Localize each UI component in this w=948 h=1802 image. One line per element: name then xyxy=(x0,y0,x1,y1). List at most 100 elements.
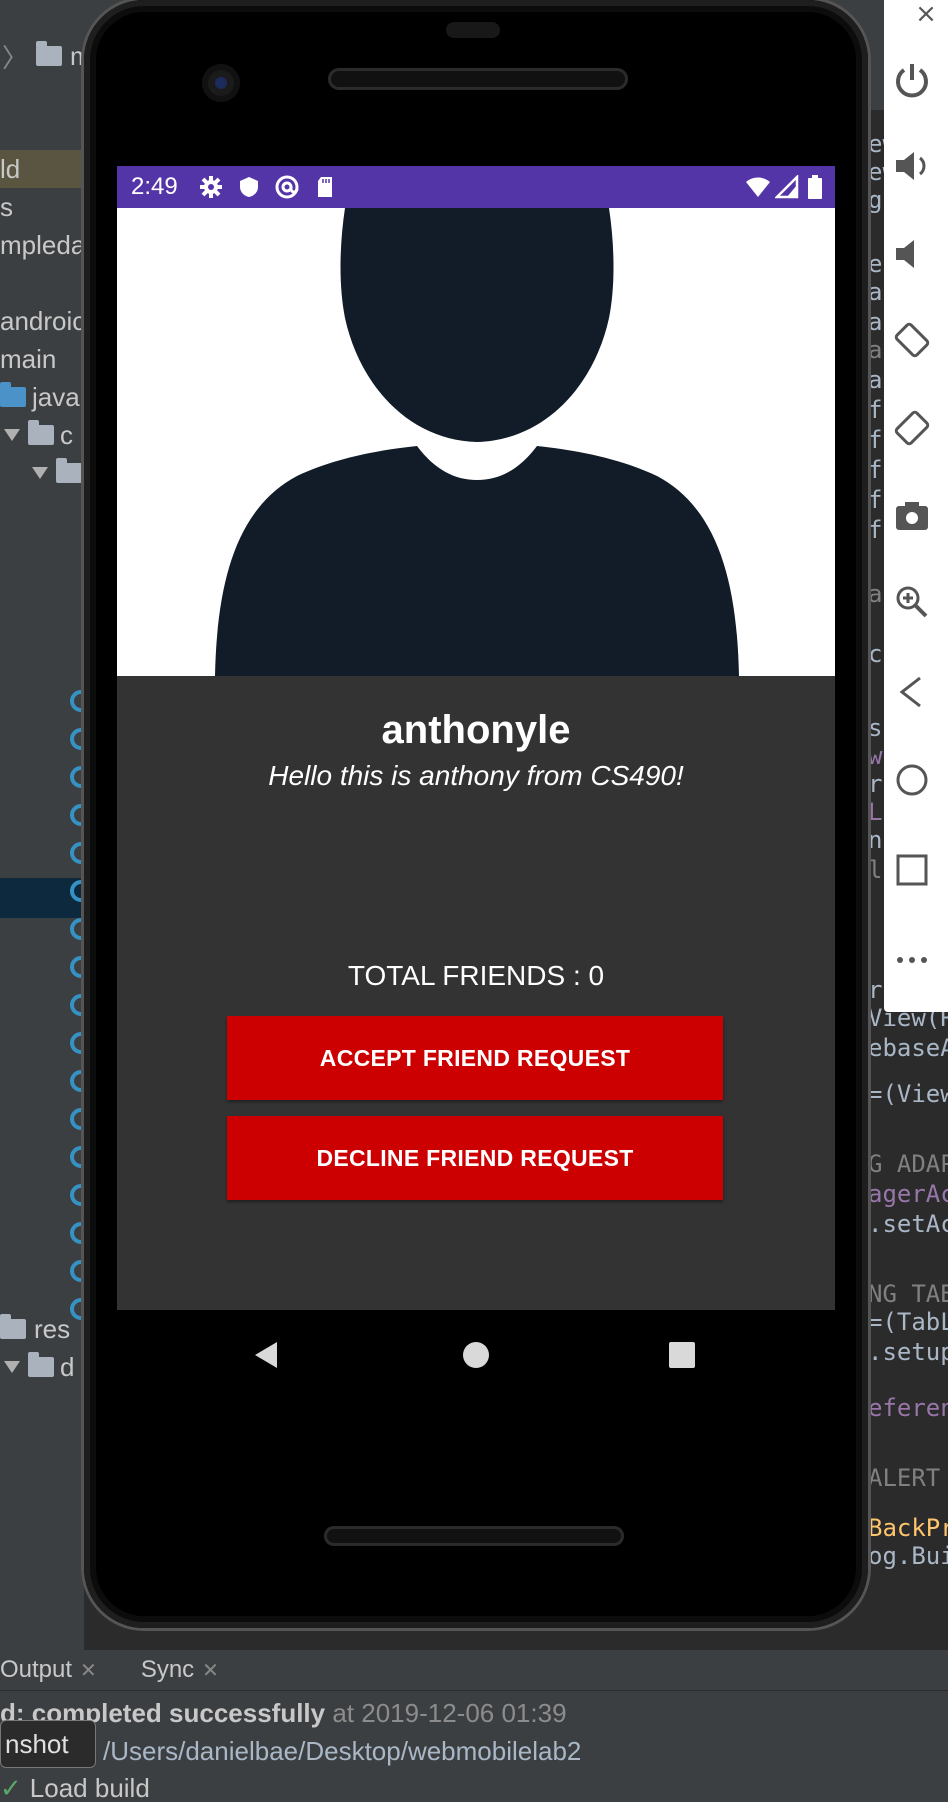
class-icon[interactable] xyxy=(70,804,84,826)
status-time: 2:49 xyxy=(131,173,178,200)
package-icon xyxy=(56,458,82,483)
code-line: =(TabL xyxy=(868,1308,948,1336)
more-icon[interactable] xyxy=(892,930,948,986)
camera-icon[interactable] xyxy=(892,488,948,544)
code-line: s xyxy=(868,714,883,742)
code-line: r xyxy=(868,770,883,798)
class-icon[interactable] xyxy=(70,1146,84,1168)
recents-icon[interactable] xyxy=(659,1332,705,1378)
back-icon[interactable] xyxy=(892,664,948,720)
code-line: =(View xyxy=(868,1080,948,1108)
code-line: a xyxy=(868,580,883,608)
bottom-speaker xyxy=(324,1526,624,1546)
code-line: NG TAB xyxy=(868,1280,948,1308)
package-icon xyxy=(28,420,54,445)
profile-status-message: Hello this is anthony from CS490! xyxy=(268,760,684,791)
tree-item-label: androic xyxy=(0,305,84,336)
class-icon[interactable] xyxy=(70,842,84,864)
tree-item-drawable[interactable]: d xyxy=(0,1348,84,1386)
tree-item-label: java xyxy=(32,381,80,412)
zoom-in-icon[interactable] xyxy=(892,574,948,630)
code-line: f xyxy=(868,486,883,514)
tree-item-label: main xyxy=(0,343,57,374)
res-folder-icon xyxy=(0,1314,26,1339)
class-icon[interactable] xyxy=(70,1032,84,1054)
tree-item-label: res xyxy=(34,1313,71,1344)
class-icon[interactable] xyxy=(70,1184,84,1206)
tree-item-res[interactable]: res xyxy=(0,1310,84,1348)
tree-item-label: d xyxy=(60,1351,75,1382)
tree-item[interactable]: androic xyxy=(0,302,84,340)
tree-item-subpackage[interactable] xyxy=(0,454,84,492)
close-icon[interactable]: ✕ xyxy=(202,1658,219,1683)
tab-label: Output xyxy=(0,1656,73,1683)
tab-sync[interactable]: Sync ✕ xyxy=(141,1656,219,1684)
package-icon xyxy=(28,1352,54,1377)
gear-icon xyxy=(199,175,223,199)
tree-item[interactable]: mpledat xyxy=(0,226,84,264)
folder-icon xyxy=(36,41,63,66)
check-icon: ✓ xyxy=(0,1772,22,1802)
expand-triangle-icon[interactable] xyxy=(4,429,20,441)
code-line: f xyxy=(868,456,883,484)
tab-label: Sync xyxy=(140,1656,195,1683)
expand-triangle-icon[interactable] xyxy=(4,1361,20,1373)
code-line: ebaseAu xyxy=(868,1034,948,1062)
code-line: f xyxy=(868,426,883,454)
code-line: a xyxy=(868,366,883,394)
rotate-right-icon[interactable] xyxy=(892,400,948,456)
earpiece-speaker xyxy=(328,68,628,90)
load-build-label: Load build xyxy=(29,1772,150,1802)
emulator-close-button[interactable]: × xyxy=(908,0,944,30)
code-line: eferen xyxy=(868,1394,948,1422)
tab-output[interactable]: Output ✕ xyxy=(0,1656,97,1684)
close-icon[interactable]: ✕ xyxy=(80,1658,97,1683)
class-icon[interactable] xyxy=(70,1108,84,1130)
power-icon[interactable] xyxy=(892,52,948,108)
wifi-icon xyxy=(745,175,770,199)
decline-friend-request-button[interactable]: DECLINE FRIEND REQUEST xyxy=(227,1116,723,1200)
tree-item-java[interactable]: java xyxy=(0,378,84,416)
code-line: l xyxy=(868,856,883,884)
volume-down-icon[interactable] xyxy=(892,226,948,282)
class-icon[interactable] xyxy=(70,1070,84,1092)
code-line: a xyxy=(868,336,883,364)
tree-item-file[interactable]: pa xyxy=(0,1606,84,1644)
class-icon[interactable] xyxy=(70,690,84,712)
signal-icon xyxy=(773,173,799,199)
rotate-left-icon[interactable] xyxy=(892,312,948,368)
class-icon[interactable] xyxy=(70,766,84,788)
code-line: f xyxy=(868,396,883,424)
code-line: g xyxy=(868,186,883,214)
class-icon[interactable] xyxy=(70,1260,84,1282)
back-icon[interactable] xyxy=(243,1332,289,1378)
home-icon[interactable] xyxy=(892,752,948,808)
tree-item-build[interactable]: ld xyxy=(0,150,84,188)
build-panel: Output ✕ Sync ✕ d: completed successfull… xyxy=(0,1650,948,1802)
tree-item[interactable]: main xyxy=(0,340,84,378)
class-icon[interactable] xyxy=(70,956,84,978)
volume-up-icon[interactable] xyxy=(892,138,948,194)
accept-friend-request-button[interactable]: ACCEPT FRIEND REQUEST xyxy=(227,1016,723,1100)
load-build-line[interactable]: ✓ Load build xyxy=(0,1772,948,1802)
status-bar: 2:49 xyxy=(117,166,835,208)
emulator-toolbar xyxy=(884,0,948,1012)
class-icon[interactable] xyxy=(70,918,84,940)
tree-item[interactable]: s xyxy=(0,188,84,226)
profile-screen: anthonyle Hello this is anthony from CS4… xyxy=(117,208,835,1310)
code-line: c xyxy=(868,640,883,668)
sd-card-icon xyxy=(313,175,337,199)
proximity-sensor xyxy=(446,22,500,38)
expand-triangle-icon[interactable] xyxy=(32,467,48,479)
tree-item-package[interactable]: c xyxy=(0,416,84,454)
overview-icon[interactable] xyxy=(892,842,948,898)
build-panel-tabs: Output ✕ Sync ✕ xyxy=(0,1650,948,1691)
build-timestamp: at 2019-12-06 01:39 xyxy=(325,1698,567,1728)
class-icon[interactable] xyxy=(70,1222,84,1244)
home-icon[interactable] xyxy=(453,1332,499,1378)
class-icon[interactable] xyxy=(70,994,84,1016)
class-icon[interactable] xyxy=(70,728,84,750)
total-friends: TOTAL FRIENDS : 0 xyxy=(117,960,835,992)
total-friends-label: TOTAL FRIENDS : xyxy=(347,960,589,991)
code-line: L xyxy=(868,798,883,826)
